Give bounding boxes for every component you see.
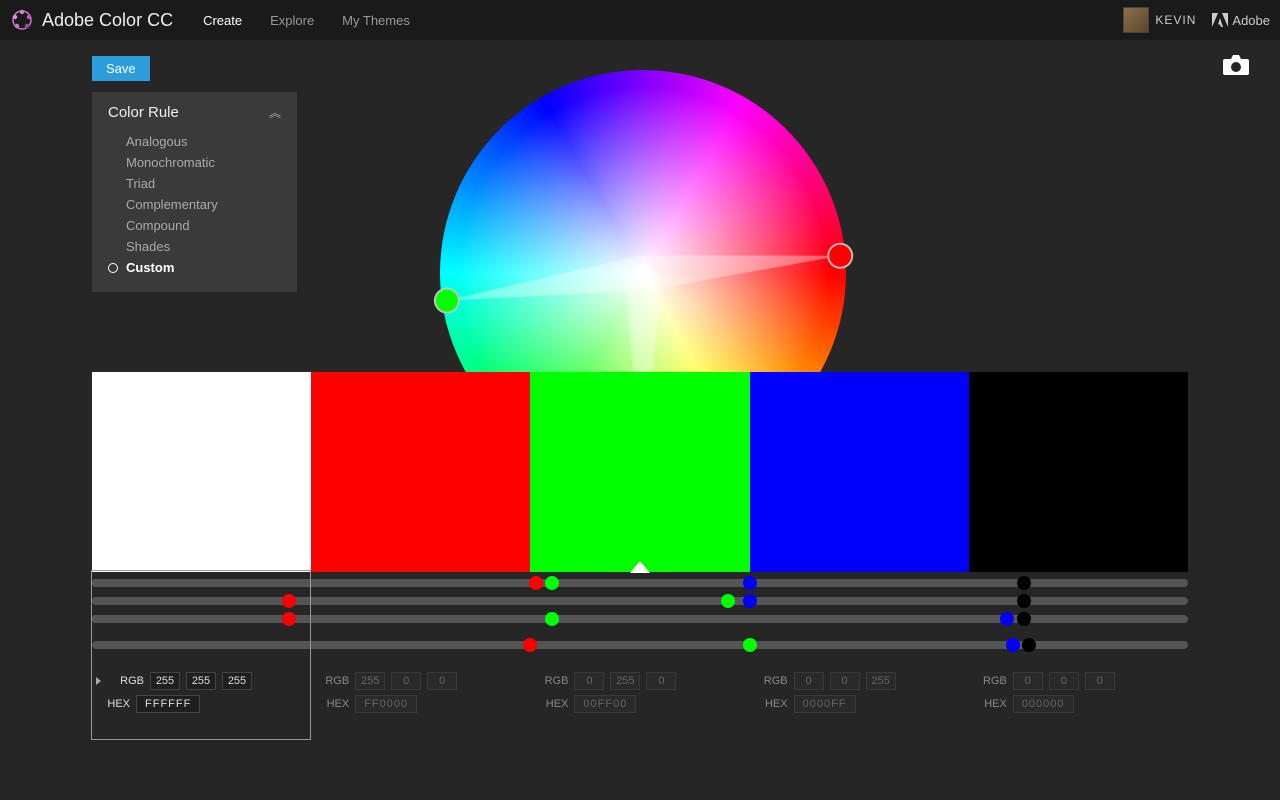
rgb-r-input[interactable]: 255 bbox=[150, 672, 180, 690]
app-header: Adobe Color CC Create Explore My Themes … bbox=[0, 0, 1280, 40]
rgb-r-input[interactable]: 0 bbox=[794, 672, 824, 690]
slider-row-4[interactable] bbox=[92, 638, 1188, 652]
hex-input[interactable]: FF0000 bbox=[355, 695, 417, 713]
value-column-2: RGB 0 255 0 HEX 00FF00 bbox=[530, 664, 749, 736]
value-column-3: RGB 00 255 HEX 0000FF bbox=[750, 664, 969, 736]
slider-handle[interactable] bbox=[1017, 576, 1031, 590]
slider-handle[interactable] bbox=[743, 576, 757, 590]
slider-handle[interactable] bbox=[721, 594, 735, 608]
rule-item-analogous[interactable]: Analogous bbox=[126, 131, 297, 152]
value-column-4: RGB000HEX000000 bbox=[969, 664, 1188, 736]
swatch-0[interactable] bbox=[92, 372, 311, 572]
slider-handle[interactable] bbox=[282, 612, 296, 626]
rgb-label: RGB bbox=[315, 675, 349, 687]
hex-label: HEX bbox=[973, 698, 1007, 710]
swatch-3[interactable] bbox=[750, 372, 969, 572]
nav-create[interactable]: Create bbox=[203, 13, 242, 28]
value-readouts: RGB255255255HEXFFFFFFRGB25500HEXFF0000RG… bbox=[92, 664, 1188, 736]
rule-item-complementary[interactable]: Complementary bbox=[126, 194, 297, 215]
hex-label: HEX bbox=[96, 698, 130, 710]
rgb-r-input[interactable]: 0 bbox=[574, 672, 604, 690]
rgb-label: RGB bbox=[973, 675, 1007, 687]
save-button[interactable]: Save bbox=[92, 56, 150, 81]
value-column-0: RGB 255 255 255 HEX FFFFFF bbox=[92, 664, 311, 736]
slider-handle[interactable] bbox=[282, 594, 296, 608]
slider-handle[interactable] bbox=[743, 594, 757, 608]
avatar bbox=[1123, 7, 1149, 33]
adobe-brand[interactable]: Adobe bbox=[1212, 13, 1270, 28]
swatch-row bbox=[92, 372, 1188, 572]
rgb-r-input[interactable]: 0 bbox=[1013, 672, 1043, 690]
adobe-brand-label: Adobe bbox=[1232, 13, 1270, 28]
wheel-center-handle[interactable] bbox=[634, 264, 652, 282]
rule-item-shades[interactable]: Shades bbox=[126, 236, 297, 257]
slider-handle[interactable] bbox=[545, 576, 559, 590]
username: KEVIN bbox=[1155, 13, 1196, 27]
rgb-b-input[interactable]: 255 bbox=[866, 672, 896, 690]
hex-label: HEX bbox=[534, 698, 568, 710]
expand-icon[interactable] bbox=[96, 677, 101, 685]
slider-row-1[interactable] bbox=[92, 594, 1188, 608]
rgb-b-input[interactable]: 0 bbox=[1085, 672, 1115, 690]
collapse-icon[interactable]: ︽ bbox=[269, 104, 281, 121]
hex-input[interactable]: FFFFFF bbox=[136, 695, 200, 713]
slider-area bbox=[92, 576, 1188, 656]
hex-label: HEX bbox=[754, 698, 788, 710]
color-rule-title: Color Rule bbox=[108, 104, 179, 121]
hex-input[interactable]: 0000FF bbox=[794, 695, 856, 713]
slider-handle[interactable] bbox=[545, 612, 559, 626]
hex-input[interactable]: 000000 bbox=[1013, 695, 1074, 713]
hex-label: HEX bbox=[315, 698, 349, 710]
rule-item-monochromatic[interactable]: Monochromatic bbox=[126, 152, 297, 173]
rgb-r-input[interactable]: 255 bbox=[355, 672, 385, 690]
rgb-g-input[interactable]: 255 bbox=[610, 672, 640, 690]
nav-my-themes[interactable]: My Themes bbox=[342, 13, 410, 28]
slider-handle[interactable] bbox=[1022, 638, 1036, 652]
rgb-b-input[interactable]: 0 bbox=[427, 672, 457, 690]
swatch-2[interactable] bbox=[530, 372, 749, 572]
rgb-g-input[interactable]: 0 bbox=[830, 672, 860, 690]
active-swatch-marker bbox=[630, 561, 650, 573]
adobe-color-logo-icon bbox=[10, 8, 34, 32]
rgb-label: RGB bbox=[110, 675, 144, 687]
slider-handle[interactable] bbox=[529, 576, 543, 590]
rgb-b-input[interactable]: 0 bbox=[646, 672, 676, 690]
app-title: Adobe Color CC bbox=[42, 10, 173, 31]
slider-handle[interactable] bbox=[1000, 612, 1014, 626]
rgb-g-input[interactable]: 0 bbox=[1049, 672, 1079, 690]
user-area[interactable]: KEVIN bbox=[1123, 7, 1212, 33]
slider-handle[interactable] bbox=[1017, 594, 1031, 608]
rgb-g-input[interactable]: 255 bbox=[186, 672, 216, 690]
rgb-g-input[interactable]: 0 bbox=[391, 672, 421, 690]
slider-handle[interactable] bbox=[523, 638, 537, 652]
color-rule-panel: Color Rule ︽ AnalogousMonochromaticTriad… bbox=[92, 92, 297, 292]
slider-handle[interactable] bbox=[1006, 638, 1020, 652]
swatch-4[interactable] bbox=[969, 372, 1188, 572]
rgb-label: RGB bbox=[754, 675, 788, 687]
hex-input[interactable]: 00FF00 bbox=[574, 695, 636, 713]
slider-row-2[interactable] bbox=[92, 612, 1188, 626]
value-column-1: RGB 255 00 HEX FF0000 bbox=[311, 664, 530, 736]
rule-item-triad[interactable]: Triad bbox=[126, 173, 297, 194]
slider-row-0[interactable] bbox=[92, 576, 1188, 590]
slider-handle[interactable] bbox=[1017, 612, 1031, 626]
rule-item-custom[interactable]: Custom bbox=[126, 257, 297, 278]
rule-item-compound[interactable]: Compound bbox=[126, 215, 297, 236]
swatch-1[interactable] bbox=[311, 372, 530, 572]
nav-explore[interactable]: Explore bbox=[270, 13, 314, 28]
rgb-b-input[interactable]: 255 bbox=[222, 672, 252, 690]
slider-handle[interactable] bbox=[743, 638, 757, 652]
camera-icon[interactable] bbox=[1222, 54, 1250, 76]
main-canvas: Save Color Rule ︽ AnalogousMonochromatic… bbox=[0, 40, 1280, 800]
rgb-label: RGB bbox=[534, 675, 568, 687]
